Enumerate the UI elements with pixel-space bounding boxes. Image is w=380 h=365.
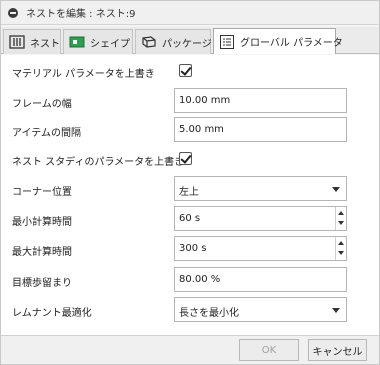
tab-global-parameters-label: グローバル パラメータ [240, 38, 343, 49]
item-spacing-row: アイテムの間隔 5.00 mm [1, 117, 379, 143]
tab-bar: ネスト シェイプ パッケージ グローバル パラメータ [1, 27, 379, 54]
corner-position-label: コーナー位置 [12, 187, 72, 198]
target-yield-label: 目標歩留まり [12, 278, 72, 289]
tab-package[interactable]: パッケージ [135, 29, 212, 54]
chevron-down-icon [332, 187, 340, 192]
dialog-title: ネストを編集 : ネスト:9 [26, 9, 136, 20]
cancel-button[interactable]: キャンセル [308, 339, 367, 361]
collapse-icon[interactable] [8, 7, 18, 18]
min-compute-time-spinner[interactable] [335, 207, 346, 230]
corner-position-value: 左上 [179, 187, 199, 198]
item-spacing-input[interactable]: 5.00 mm [174, 117, 347, 142]
tab-global-parameters[interactable]: グローバル パラメータ [213, 28, 343, 54]
nest-icon [9, 35, 25, 49]
override-nest-study-checkbox[interactable] [179, 152, 192, 165]
tab-nest[interactable]: ネスト [3, 29, 61, 54]
increment-arrow-icon[interactable] [338, 241, 344, 245]
ok-button[interactable]: OK [239, 339, 299, 361]
item-spacing-label: アイテムの間隔 [12, 128, 81, 139]
target-yield-input[interactable]: 80.00 % [174, 267, 347, 292]
edit-nest-dialog: ネストを編集 : ネスト:9 ネスト シェイプ パッケージ グローバル パラメー… [0, 0, 380, 365]
remnant-optimization-select[interactable]: 長さを最小化 [174, 297, 347, 322]
override-nest-study-label: ネスト スタディのパラメータを上書き [12, 157, 185, 168]
title-bar[interactable]: ネストを編集 : ネスト:9 [1, 1, 379, 25]
max-compute-time-value: 300 s [179, 243, 207, 254]
min-compute-time-label: 最小計算時間 [12, 217, 72, 228]
frame-width-input[interactable]: 10.00 mm [174, 88, 347, 113]
global-parameters-icon [219, 34, 235, 49]
tab-package-label: パッケージ [162, 38, 212, 50]
target-yield-row: 目標歩留まり 80.00 % [1, 267, 379, 293]
tab-shape-label: シェイプ [90, 38, 130, 50]
override-material-row: マテリアル パラメータを上書き [1, 58, 379, 84]
max-compute-time-spinner[interactable] [335, 237, 346, 260]
remnant-optimization-label: レムナント最適化 [12, 308, 92, 319]
override-material-label: マテリアル パラメータを上書き [12, 69, 155, 80]
min-compute-time-row: 最小計算時間 60 s [1, 206, 379, 232]
shape-icon [69, 35, 85, 49]
decrement-arrow-icon[interactable] [338, 221, 344, 225]
increment-arrow-icon[interactable] [338, 211, 344, 215]
corner-position-select[interactable]: 左上 [174, 176, 347, 201]
frame-width-row: フレームの幅 10.00 mm [1, 88, 379, 114]
max-compute-time-label: 最大計算時間 [12, 247, 72, 258]
frame-width-label: フレームの幅 [12, 99, 72, 110]
package-icon [141, 35, 157, 49]
remnant-optimization-row: レムナント最適化 長さを最小化 [1, 297, 379, 323]
tab-shape[interactable]: シェイプ [63, 29, 133, 54]
remnant-optimization-value: 長さを最小化 [179, 308, 239, 319]
max-compute-time-stepper[interactable]: 300 s [174, 236, 347, 261]
min-compute-time-stepper[interactable]: 60 s [174, 206, 347, 231]
max-compute-time-row: 最大計算時間 300 s [1, 236, 379, 262]
chevron-down-icon [332, 308, 340, 313]
override-nest-study-row: ネスト スタディのパラメータを上書き [1, 146, 379, 172]
min-compute-time-value: 60 s [179, 213, 201, 224]
dialog-footer: OK キャンセル [1, 335, 379, 364]
decrement-arrow-icon[interactable] [338, 251, 344, 255]
corner-position-row: コーナー位置 左上 [1, 176, 379, 202]
global-parameters-panel: マテリアル パラメータを上書き フレームの幅 10.00 mm アイテムの間隔 … [1, 55, 379, 335]
override-material-checkbox[interactable] [179, 64, 192, 77]
tab-nest-label: ネスト [30, 38, 60, 50]
